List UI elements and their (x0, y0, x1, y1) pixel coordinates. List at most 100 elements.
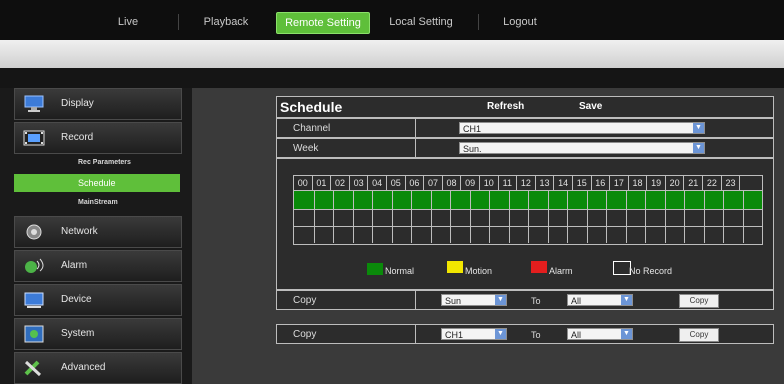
subitem-rec-parameters[interactable]: Rec Parameters (14, 154, 180, 172)
chevron-down-icon: ▼ (495, 329, 506, 339)
schedule-header: Schedule Refresh Save (276, 96, 774, 118)
sidebar-item-alarm[interactable]: Alarm (14, 250, 182, 282)
chevron-down-icon: ▼ (621, 329, 632, 339)
header-divider (0, 68, 784, 88)
sidebar-item-label: Record (61, 132, 94, 143)
hour-header: 00 01 02 03 04 05 06 07 08 09 10 11 12 13 14 15 16 17 18 19… (294, 176, 741, 190)
copy-label: Copy (293, 295, 317, 306)
grid-line (391, 190, 393, 243)
to-label: To (531, 330, 541, 340)
schedule-grid[interactable]: 00 01 02 03 04 05 06 07 08 09 10 11 12 13 14 15 16 17 18 19… (293, 175, 763, 245)
copy-to-day-select[interactable]: All ▼ (567, 294, 633, 306)
tab-local-setting[interactable]: Local Setting (376, 12, 466, 32)
legend-motion-label: Motion (465, 266, 493, 276)
grid-line (664, 190, 666, 243)
hour-label: 10 (480, 176, 499, 190)
network-icon (23, 223, 45, 241)
tab-playback[interactable]: Playback (190, 12, 262, 32)
refresh-button[interactable]: Refresh (487, 101, 524, 112)
copy-week-row: Copy Sun ▼ To All ▼ Copy (276, 290, 774, 310)
channel-select[interactable]: CH1 ▼ (459, 122, 705, 134)
sidebar-item-system[interactable]: System (14, 318, 182, 350)
grid-line (469, 190, 471, 243)
legend-normal-swatch (367, 263, 383, 275)
legend-alarm-label: Alarm (549, 266, 573, 276)
copy-label: Copy (293, 329, 317, 340)
sidebar-item-advanced[interactable]: Advanced (14, 352, 182, 384)
tab-divider (178, 14, 179, 30)
save-button[interactable]: Save (579, 101, 602, 112)
chevron-down-icon: ▼ (621, 295, 632, 305)
legend-normal-label: Normal (385, 266, 415, 276)
to-label: To (531, 296, 541, 306)
sidebar: Display Record Rec Parameters Schedule M… (0, 88, 192, 384)
grid-line (430, 190, 432, 243)
copy-to-channel-select[interactable]: All ▼ (567, 328, 633, 340)
grid-line (372, 190, 373, 243)
hour-label: 22 (703, 176, 722, 190)
grid-line (723, 190, 724, 243)
sidebar-item-display[interactable]: Display (14, 88, 182, 120)
hour-label: 06 (406, 176, 425, 190)
hour-label: 09 (461, 176, 480, 190)
grid-line (352, 190, 354, 243)
hour-label: 03 (350, 176, 369, 190)
grid-line (586, 190, 588, 243)
main-area: Schedule Refresh Save Channel CH1 ▼ Week… (192, 88, 784, 384)
hour-label: 16 (592, 176, 611, 190)
copy-from-day-select[interactable]: Sun ▼ (441, 294, 507, 306)
hour-label: 04 (368, 176, 387, 190)
hour-label: 14 (554, 176, 573, 190)
hour-label: 01 (313, 176, 332, 190)
grid-line (625, 190, 627, 243)
copy-from-channel-select[interactable]: CH1 ▼ (441, 328, 507, 340)
hour-label: 05 (387, 176, 406, 190)
sidebar-item-label: Advanced (61, 362, 106, 373)
hour-label: 20 (666, 176, 685, 190)
grid-line (508, 190, 510, 243)
tab-remote-setting[interactable]: Remote Setting (276, 12, 370, 34)
alarm-icon (23, 257, 45, 275)
copy-channel-row: Copy CH1 ▼ To All ▼ Copy (276, 324, 774, 344)
grid-line (684, 190, 685, 243)
channel-row: Channel CH1 ▼ (276, 118, 774, 138)
tab-logout[interactable]: Logout (490, 12, 550, 32)
grid-line (313, 190, 315, 243)
week-select[interactable]: Sun. ▼ (459, 142, 705, 154)
grid-line (645, 190, 646, 243)
copy-day-button[interactable]: Copy (679, 294, 719, 308)
grid-line (742, 190, 744, 243)
sidebar-item-label: Display (61, 98, 94, 109)
legend-motion-swatch (447, 261, 463, 273)
grid-line (703, 190, 705, 243)
sidebar-item-label: Device (61, 294, 92, 305)
tools-icon (23, 359, 45, 377)
tab-live[interactable]: Live (100, 12, 156, 32)
channel-label: Channel (293, 123, 331, 134)
page-title: Schedule (280, 99, 343, 115)
hour-label: 18 (629, 176, 648, 190)
sidebar-item-device[interactable]: Device (14, 284, 182, 316)
sidebar-item-label: Alarm (61, 260, 88, 271)
hour-label: 13 (536, 176, 555, 190)
monitor-icon (23, 95, 45, 113)
legend-alarm-swatch (531, 261, 547, 273)
hour-label: 11 (499, 176, 518, 190)
tab-divider (478, 14, 479, 30)
subitem-schedule[interactable]: Schedule (14, 174, 180, 192)
sidebar-item-label: System (61, 328, 95, 339)
chevron-down-icon: ▼ (495, 295, 506, 305)
week-label: Week (293, 143, 319, 154)
legend-no-record-label: No Record (629, 266, 673, 276)
hour-label: 15 (573, 176, 592, 190)
hour-label: 08 (443, 176, 462, 190)
copy-channel-button[interactable]: Copy (679, 328, 719, 342)
sidebar-item-label: Network (61, 226, 98, 237)
subitem-mainstream[interactable]: MainStream (14, 194, 180, 212)
hour-label: 17 (610, 176, 629, 190)
system-icon (23, 325, 45, 343)
sidebar-item-network[interactable]: Network (14, 216, 182, 248)
grid-line (528, 190, 529, 243)
sidebar-item-record[interactable]: Record (14, 122, 182, 154)
hour-label: 19 (647, 176, 666, 190)
